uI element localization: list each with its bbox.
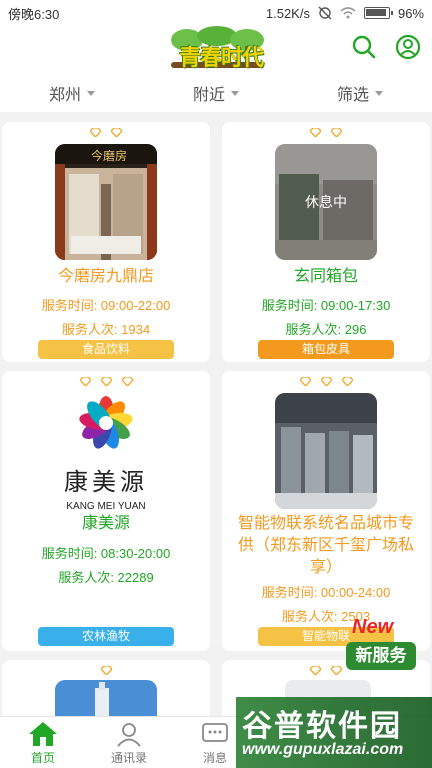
diamond-icon (100, 377, 112, 386)
rating-diamonds (2, 128, 210, 137)
category-badge: 农林渔牧 (38, 627, 174, 646)
watermark: 谷普软件园 www.gupuxlazai.com (236, 697, 432, 768)
diamond-icon (79, 377, 91, 386)
diamond-icon (341, 377, 353, 386)
logo-en-text: KANG MEI YUAN (66, 501, 146, 509)
dropdown-arrow-icon (375, 90, 383, 96)
home-icon (29, 722, 57, 746)
logo-cn-text: 康美源 (64, 468, 148, 496)
service-count: 服务人次: 296 (285, 322, 367, 337)
status-time: 傍晚6:30 (8, 6, 60, 22)
wifi-icon (340, 7, 356, 19)
diamond-icon (320, 377, 332, 386)
rating-diamonds (222, 377, 430, 386)
search-icon[interactable] (350, 33, 378, 61)
shop-card[interactable]: 康美源 KANG MEI YUAN 康美源 服务时间: 08:30-20:00 … (2, 371, 210, 651)
filter-bar: 郑州 附近 筛选 (0, 74, 432, 112)
app-logo: 青春时代 (165, 26, 269, 72)
category-badge: 箱包皮具 (258, 340, 394, 359)
category-badge: 食品饮料 (38, 340, 174, 359)
battery-level: 96% (397, 5, 424, 21)
shop-card[interactable]: 今磨房 今磨房九鼎店 服务时间: 09:00-22:00 服务人次: 1934 … (2, 122, 210, 362)
shop-name: 智能物联系统名品城市专供（郑东新区千玺广场私享） (237, 515, 414, 576)
diamond-icon (331, 666, 342, 675)
diamond-icon (121, 377, 133, 386)
network-speed: 1.52K/s (265, 5, 310, 21)
service-hours: 服务时间: 08:30-20:00 (41, 546, 171, 561)
service-count: 服务人次: 1934 (61, 322, 151, 337)
diamond-icon (331, 128, 342, 137)
service-count: 服务人次: 22289 (58, 570, 154, 585)
nearby-filter[interactable]: 附近 (144, 74, 288, 112)
shop-name: 玄同箱包 (293, 268, 358, 285)
rating-diamonds (222, 128, 430, 137)
closed-overlay: 休息中 (275, 144, 377, 260)
shop-name: 康美源 (81, 515, 130, 532)
service-hours: 服务时间: 00:00-24:00 (261, 585, 391, 600)
dropdown-arrow-icon (231, 90, 239, 96)
diamond-icon (100, 666, 112, 675)
rating-diamonds (2, 377, 210, 386)
shop-name: 今磨房九鼎店 (57, 268, 154, 285)
app-header: 青春时代 (0, 26, 432, 74)
shop-card[interactable]: 智能物联系统名品城市专供（郑东新区千玺广场私享） 服务时间: 00:00-24:… (222, 371, 430, 651)
diamond-icon (111, 128, 122, 137)
rating-diamonds (2, 666, 210, 675)
diamond-icon (310, 128, 321, 137)
shop-card[interactable]: 休息中 玄同箱包 服务时间: 09:00-17:30 服务人次: 296 箱包皮… (222, 122, 430, 362)
status-bar: 傍晚6:30 1.52K/s 96% (0, 0, 432, 26)
new-service-badge: New 新服务 (344, 616, 420, 672)
city-filter[interactable]: 郑州 (0, 74, 144, 112)
diamond-icon (299, 377, 311, 386)
logo-text: 青春时代 (179, 45, 264, 70)
shop-photo: 今磨房 (55, 144, 157, 260)
tab-contacts[interactable]: 通讯录 (99, 721, 159, 766)
service-hours: 服务时间: 09:00-22:00 (41, 298, 171, 313)
diamond-icon (90, 128, 101, 137)
shop-card[interactable] (2, 660, 210, 720)
tab-home[interactable]: 首页 (13, 721, 73, 766)
alarm-off-icon (318, 6, 332, 20)
battery-icon (363, 7, 393, 19)
dropdown-arrow-icon (87, 90, 95, 96)
service-hours: 服务时间: 09:00-17:30 (261, 298, 391, 313)
screen-filter[interactable]: 筛选 (288, 74, 432, 112)
shop-logo: 康美源 KANG MEI YUAN (55, 393, 157, 509)
user-profile-icon[interactable] (394, 33, 422, 61)
shop-photo (275, 393, 377, 509)
message-icon (202, 723, 228, 742)
shop-photo: 休息中 (275, 144, 377, 260)
diamond-icon (310, 666, 321, 675)
shop-photo (55, 680, 157, 720)
contacts-icon (117, 723, 141, 747)
flower-logo-icon (79, 396, 133, 449)
store-sign: 今磨房 (91, 149, 128, 163)
